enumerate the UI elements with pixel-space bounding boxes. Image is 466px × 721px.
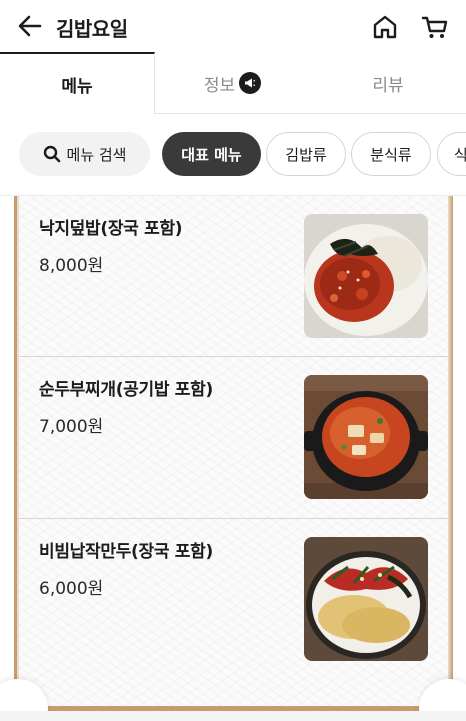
menu-search-label: 메뉴 검색 bbox=[66, 145, 127, 164]
menu-item-sundubu-jjigae[interactable]: 순두부찌개(공기밥 포함) 7,000원 bbox=[19, 357, 448, 519]
board-frame-right bbox=[448, 196, 453, 711]
chip-more[interactable]: 식 bbox=[437, 132, 466, 176]
menu-item-name: 낙지덮밥(장국 포함) bbox=[39, 219, 183, 239]
tab-menu[interactable]: 메뉴 bbox=[0, 52, 155, 114]
tab-bar: 메뉴 정보 리뷰 bbox=[0, 52, 466, 114]
menu-item-photo bbox=[304, 537, 428, 661]
menu-item-photo bbox=[304, 214, 428, 338]
tab-review-label: 리뷰 bbox=[372, 75, 404, 96]
menu-item-name: 비빔납작만두(장국 포함) bbox=[39, 542, 213, 562]
store-title: 김밥요일 bbox=[56, 17, 128, 41]
menu-board: 낙지덮밥(장국 포함) 8,000원 순두부찌개(공기밥 포함) 7,000원 … bbox=[0, 196, 466, 721]
menu-item-price: 8,000원 bbox=[39, 256, 104, 276]
chip-kimbap[interactable]: 김밥류 bbox=[266, 132, 346, 176]
announcement-icon bbox=[239, 72, 262, 94]
chip-bunsik[interactable]: 분식류 bbox=[351, 132, 431, 176]
tab-info-label: 정보 bbox=[203, 75, 236, 96]
search-icon bbox=[43, 145, 60, 163]
tab-menu-label: 메뉴 bbox=[61, 76, 93, 97]
menu-filter-bar: 메뉴 검색 대표 메뉴 김밥류 분식류 식 bbox=[0, 114, 466, 196]
menu-search-button[interactable]: 메뉴 검색 bbox=[19, 132, 150, 176]
menu-item-price: 6,000원 bbox=[39, 579, 104, 599]
menu-item-nakji-deopbap[interactable]: 낙지덮밥(장국 포함) 8,000원 bbox=[19, 196, 448, 357]
menu-item-photo bbox=[304, 375, 428, 499]
top-bar: 김밥요일 bbox=[0, 0, 466, 52]
menu-item-bibim-napjak-mandu[interactable]: 비빔납작만두(장국 포함) 6,000원 bbox=[19, 519, 448, 681]
menu-item-price: 7,000원 bbox=[39, 417, 104, 437]
tab-review[interactable]: 리뷰 bbox=[310, 52, 466, 114]
cart-icon[interactable] bbox=[420, 13, 450, 41]
home-icon[interactable] bbox=[371, 13, 399, 41]
chip-representative-menu[interactable]: 대표 메뉴 bbox=[162, 132, 261, 176]
arrow-left-icon[interactable] bbox=[16, 12, 44, 40]
bottom-strip bbox=[0, 711, 466, 721]
menu-item-name: 순두부찌개(공기밥 포함) bbox=[39, 380, 213, 400]
tab-info[interactable]: 정보 bbox=[155, 52, 310, 114]
